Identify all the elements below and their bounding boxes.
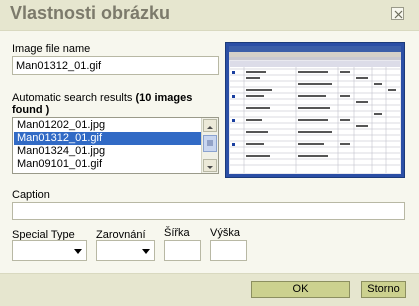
chevron-down-icon [74,249,82,254]
close-button[interactable] [391,7,404,20]
scroll-down-button[interactable] [203,159,217,172]
grip-icon [207,140,213,146]
image-preview [225,42,405,178]
scroll-thumb[interactable] [203,135,217,152]
height-label: Výška [210,227,240,239]
dialog-title: Vlastnosti obrázku [10,3,171,23]
width-label: Šířka [164,227,190,239]
search-results-list[interactable]: Man01202_01.jpg Man01312_01.gif Man01324_0… [12,117,219,174]
image-properties-dialog: Vlastnosti obrázku Image file name Man01… [0,0,419,306]
title-bar: Vlastnosti obrázku [0,0,419,31]
arrow-up-icon [207,126,213,129]
align-select[interactable] [96,240,155,261]
list-items: Man01202_01.jpg Man01312_01.gif Man01324_0… [14,119,202,171]
image-file-label: Image file name [12,43,91,55]
list-item[interactable]: Man01324_01.jpg [14,145,202,158]
search-results-count-cont: found ) [12,104,50,116]
caption-label: Caption [12,189,50,201]
special-type-select[interactable] [12,240,87,261]
arrow-down-icon [207,166,213,169]
scroll-up-button[interactable] [203,119,217,132]
preview-thumbnail [229,46,401,174]
search-results-count: (10 images [135,92,193,104]
dialog-footer: OK Storno [0,273,419,306]
list-item[interactable]: Man01202_01.jpg [14,119,202,132]
list-item[interactable]: Man01312_01.gif [14,132,202,145]
search-results-label: Automatic search results (10 images [12,92,192,104]
close-icon [394,10,403,19]
ok-button[interactable]: OK [251,281,350,298]
search-results-label-text: Automatic search results [12,92,136,104]
image-file-input[interactable]: Man01312_01.gif [12,56,219,75]
height-input[interactable] [210,240,247,261]
caption-input[interactable] [12,202,405,220]
cancel-button[interactable]: Storno [361,281,406,298]
list-item[interactable]: Man09101_01.gif [14,158,202,171]
width-input[interactable] [164,240,201,261]
chevron-down-icon [142,249,150,254]
list-scrollbar[interactable] [201,118,218,173]
